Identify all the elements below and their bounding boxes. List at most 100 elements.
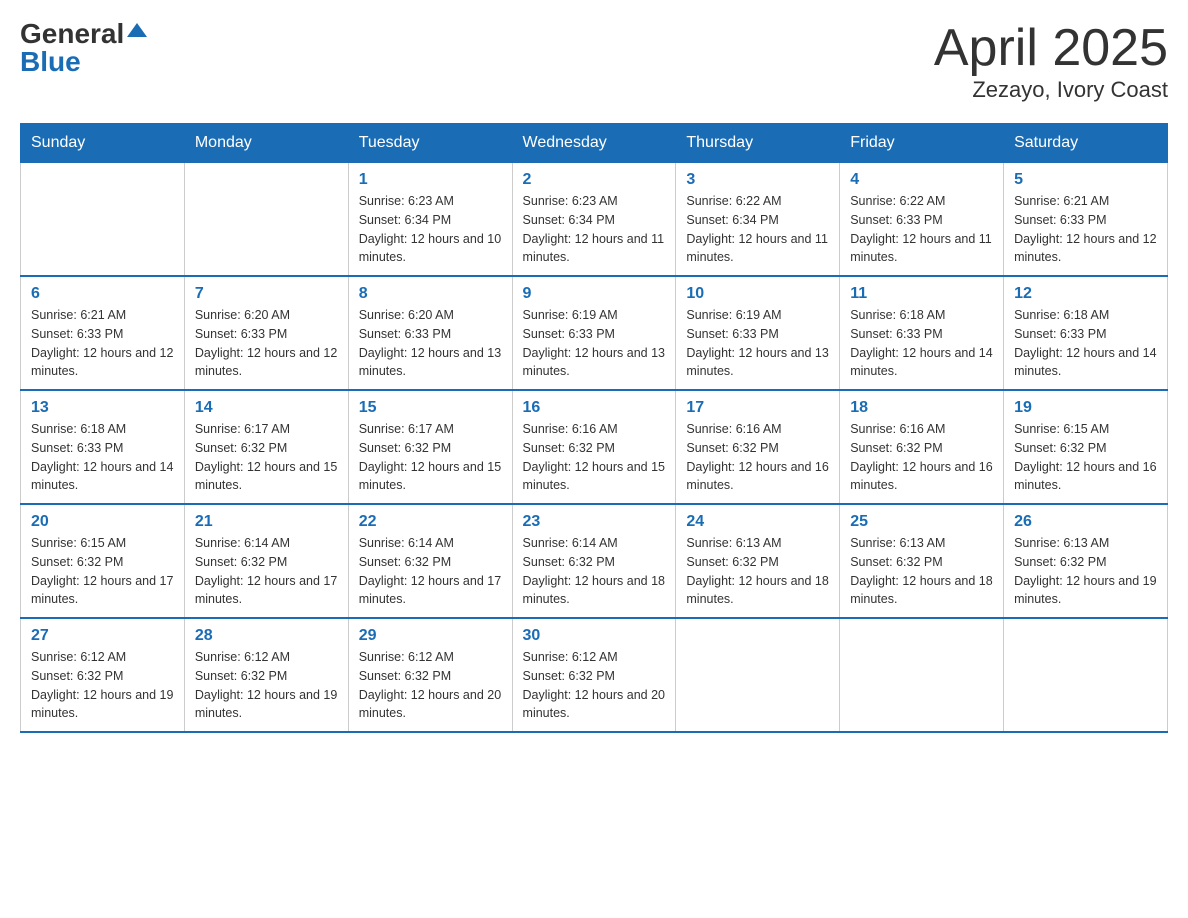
day-info: Sunrise: 6:13 AMSunset: 6:32 PMDaylight:… [1014,534,1157,609]
day-number: 28 [195,627,338,645]
day-number: 13 [31,399,174,417]
day-number: 6 [31,285,174,303]
title-block: April 2025 Zezayo, Ivory Coast [934,20,1168,103]
day-info: Sunrise: 6:15 AMSunset: 6:32 PMDaylight:… [1014,420,1157,495]
day-number: 1 [359,171,502,189]
day-number: 27 [31,627,174,645]
calendar-cell: 13 Sunrise: 6:18 AMSunset: 6:33 PMDayligh… [21,390,185,504]
calendar-cell: 2 Sunrise: 6:23 AMSunset: 6:34 PMDaylight… [512,163,676,277]
weekday-header-saturday: Saturday [1004,124,1168,163]
day-number: 21 [195,513,338,531]
day-info: Sunrise: 6:22 AMSunset: 6:33 PMDaylight:… [850,192,993,267]
weekday-header-wednesday: Wednesday [512,124,676,163]
day-info: Sunrise: 6:16 AMSunset: 6:32 PMDaylight:… [523,420,666,495]
calendar-cell [184,163,348,277]
calendar-cell: 21 Sunrise: 6:14 AMSunset: 6:32 PMDayligh… [184,504,348,618]
month-title: April 2025 [934,20,1168,77]
day-number: 26 [1014,513,1157,531]
day-info: Sunrise: 6:14 AMSunset: 6:32 PMDaylight:… [523,534,666,609]
day-number: 14 [195,399,338,417]
calendar-cell: 9 Sunrise: 6:19 AMSunset: 6:33 PMDaylight… [512,276,676,390]
calendar-cell: 12 Sunrise: 6:18 AMSunset: 6:33 PMDayligh… [1004,276,1168,390]
day-info: Sunrise: 6:16 AMSunset: 6:32 PMDaylight:… [850,420,993,495]
calendar-cell: 15 Sunrise: 6:17 AMSunset: 6:32 PMDayligh… [348,390,512,504]
calendar-cell: 22 Sunrise: 6:14 AMSunset: 6:32 PMDayligh… [348,504,512,618]
day-number: 16 [523,399,666,417]
calendar-cell: 23 Sunrise: 6:14 AMSunset: 6:32 PMDayligh… [512,504,676,618]
calendar-cell [1004,618,1168,732]
day-number: 29 [359,627,502,645]
logo: General Blue [20,20,147,76]
calendar-cell: 5Sunrise: 6:21 AMSunset: 6:33 PMDaylight… [1004,163,1168,277]
day-info: Sunrise: 6:16 AMSunset: 6:32 PMDaylight:… [686,420,829,495]
calendar-week-3: 13 Sunrise: 6:18 AMSunset: 6:33 PMDayligh… [21,390,1168,504]
day-info: Sunrise: 6:20 AMSunset: 6:33 PMDaylight:… [359,306,502,381]
calendar-cell: 14 Sunrise: 6:17 AMSunset: 6:32 PMDayligh… [184,390,348,504]
calendar-cell [676,618,840,732]
day-number: 15 [359,399,502,417]
day-info: Sunrise: 6:14 AMSunset: 6:32 PMDaylight:… [195,534,338,609]
weekday-header-thursday: Thursday [676,124,840,163]
calendar-cell: 4 Sunrise: 6:22 AMSunset: 6:33 PMDaylight… [840,163,1004,277]
day-info: Sunrise: 6:23 AMSunset: 6:34 PMDaylight:… [523,192,666,267]
day-number: 11 [850,285,993,303]
calendar-cell: 6 Sunrise: 6:21 AMSunset: 6:33 PMDaylight… [21,276,185,390]
calendar-cell: 3Sunrise: 6:22 AMSunset: 6:34 PMDaylight… [676,163,840,277]
calendar-cell: 24Sunrise: 6:13 AMSunset: 6:32 PMDayligh… [676,504,840,618]
day-info: Sunrise: 6:21 AMSunset: 6:33 PMDaylight:… [1014,192,1157,267]
day-info: Sunrise: 6:18 AMSunset: 6:33 PMDaylight:… [850,306,993,381]
calendar-cell: 7 Sunrise: 6:20 AMSunset: 6:33 PMDaylight… [184,276,348,390]
calendar-cell: 16 Sunrise: 6:16 AMSunset: 6:32 PMDayligh… [512,390,676,504]
calendar-cell: 11 Sunrise: 6:18 AMSunset: 6:33 PMDayligh… [840,276,1004,390]
day-info: Sunrise: 6:12 AMSunset: 6:32 PMDaylight:… [195,648,338,723]
calendar-cell: 26 Sunrise: 6:13 AMSunset: 6:32 PMDayligh… [1004,504,1168,618]
logo-general-text: General [20,20,124,48]
day-number: 22 [359,513,502,531]
calendar-cell: 29Sunrise: 6:12 AMSunset: 6:32 PMDayligh… [348,618,512,732]
weekday-header-monday: Monday [184,124,348,163]
day-number: 23 [523,513,666,531]
day-info: Sunrise: 6:17 AMSunset: 6:32 PMDaylight:… [359,420,502,495]
day-info: Sunrise: 6:15 AMSunset: 6:32 PMDaylight:… [31,534,174,609]
day-number: 17 [686,399,829,417]
day-info: Sunrise: 6:18 AMSunset: 6:33 PMDaylight:… [31,420,174,495]
day-info: Sunrise: 6:20 AMSunset: 6:33 PMDaylight:… [195,306,338,381]
day-info: Sunrise: 6:18 AMSunset: 6:33 PMDaylight:… [1014,306,1157,381]
calendar-cell: 17 Sunrise: 6:16 AMSunset: 6:32 PMDayligh… [676,390,840,504]
day-number: 4 [850,171,993,189]
calendar-week-1: 1 Sunrise: 6:23 AMSunset: 6:34 PMDaylight… [21,163,1168,277]
day-number: 2 [523,171,666,189]
day-info: Sunrise: 6:19 AMSunset: 6:33 PMDaylight:… [523,306,666,381]
calendar-cell [21,163,185,277]
calendar-cell: 10 Sunrise: 6:19 AMSunset: 6:33 PMDayligh… [676,276,840,390]
calendar-cell: 8 Sunrise: 6:20 AMSunset: 6:33 PMDaylight… [348,276,512,390]
day-info: Sunrise: 6:19 AMSunset: 6:33 PMDaylight:… [686,306,829,381]
weekday-header-friday: Friday [840,124,1004,163]
day-number: 7 [195,285,338,303]
calendar-body: 1 Sunrise: 6:23 AMSunset: 6:34 PMDaylight… [21,163,1168,733]
day-number: 24 [686,513,829,531]
calendar-cell: 27 Sunrise: 6:12 AMSunset: 6:32 PMDayligh… [21,618,185,732]
day-info: Sunrise: 6:17 AMSunset: 6:32 PMDaylight:… [195,420,338,495]
weekday-header-row: SundayMondayTuesdayWednesdayThursdayFrid… [21,124,1168,163]
day-number: 9 [523,285,666,303]
calendar-cell: 25Sunrise: 6:13 AMSunset: 6:32 PMDayligh… [840,504,1004,618]
day-info: Sunrise: 6:14 AMSunset: 6:32 PMDaylight:… [359,534,502,609]
day-number: 12 [1014,285,1157,303]
calendar-cell: 19Sunrise: 6:15 AMSunset: 6:32 PMDayligh… [1004,390,1168,504]
calendar-cell: 18Sunrise: 6:16 AMSunset: 6:32 PMDayligh… [840,390,1004,504]
day-number: 30 [523,627,666,645]
day-info: Sunrise: 6:21 AMSunset: 6:33 PMDaylight:… [31,306,174,381]
day-number: 25 [850,513,993,531]
calendar-cell: 30Sunrise: 6:12 AMSunset: 6:32 PMDayligh… [512,618,676,732]
calendar-cell: 20 Sunrise: 6:15 AMSunset: 6:32 PMDayligh… [21,504,185,618]
day-number: 10 [686,285,829,303]
calendar-week-4: 20 Sunrise: 6:15 AMSunset: 6:32 PMDayligh… [21,504,1168,618]
calendar-week-2: 6 Sunrise: 6:21 AMSunset: 6:33 PMDaylight… [21,276,1168,390]
day-info: Sunrise: 6:12 AMSunset: 6:32 PMDaylight:… [31,648,174,723]
day-number: 3 [686,171,829,189]
logo-blue-text: Blue [20,48,81,76]
day-number: 8 [359,285,502,303]
calendar-header: SundayMondayTuesdayWednesdayThursdayFrid… [21,124,1168,163]
day-number: 20 [31,513,174,531]
